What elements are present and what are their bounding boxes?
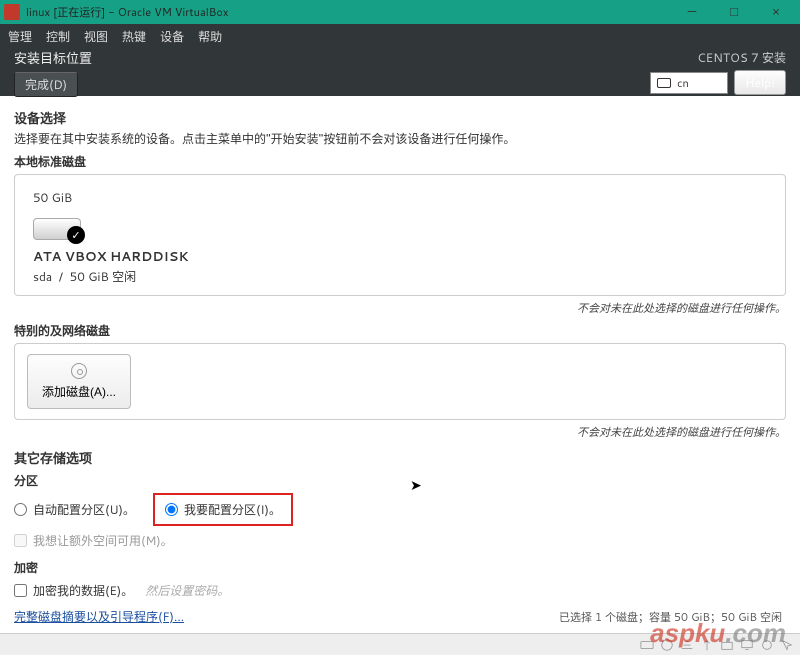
- special-disk-note: 不会对未在此处选择的磁盘进行任何操作。: [14, 424, 786, 440]
- vbox-app-icon: [4, 4, 20, 20]
- maximize-button[interactable]: □: [714, 1, 754, 23]
- highlight-box: 我要配置分区(I)。: [153, 493, 293, 526]
- locale-code: cn: [677, 75, 689, 91]
- done-button[interactable]: 完成(D): [14, 72, 78, 97]
- status-record-icon: [760, 638, 774, 652]
- extra-space-label: 我想让额外空间可用(M)。: [33, 532, 173, 549]
- installer-header: 安装目标位置 完成(D) CENTOS 7 安装 cn Help!: [0, 48, 800, 96]
- auto-partition-radio[interactable]: 自动配置分区(U)。: [14, 501, 135, 518]
- manual-partition-label: 我要配置分区(I)。: [184, 501, 281, 518]
- device-selection-desc: 选择要在其中安装系统的设备。点击主菜单中的"开始安装"按钮前不会对该设备进行任何…: [14, 130, 786, 147]
- disk-name: ATA VBOX HARDDISK: [33, 248, 188, 266]
- vbox-window-title: linux [正在运行] - Oracle VM VirtualBox: [26, 4, 672, 20]
- selection-summary: 已选择 1 个磁盘；容量 50 GiB；50 GiB 空闲: [559, 609, 782, 625]
- disk-item[interactable]: 50 GiB ✓ ATA VBOX HARDDISK sda / 50 GiB …: [33, 189, 188, 285]
- auto-partition-label: 自动配置分区(U)。: [33, 501, 135, 518]
- minimize-button[interactable]: —: [672, 1, 712, 23]
- partition-radio-group: 自动配置分区(U)。 我要配置分区(I)。: [14, 493, 786, 526]
- status-hdd-icon: [640, 638, 654, 652]
- harddisk-icon: ✓: [33, 212, 81, 240]
- special-disks-label: 特别的及网络磁盘: [14, 322, 786, 339]
- add-disk-button[interactable]: 添加磁盘(A)...: [27, 354, 131, 409]
- page-title: 安装目标位置: [14, 48, 650, 68]
- local-disk-note: 不会对未在此处选择的磁盘进行任何操作。: [14, 300, 786, 316]
- storage-options-title: 其它存储选项: [14, 448, 786, 468]
- disc-icon: [71, 363, 87, 379]
- status-usb-icon: [700, 638, 714, 652]
- guest-menubar: 管理 控制 视图 热键 设备 帮助: [0, 24, 800, 48]
- keyboard-layout-selector[interactable]: cn: [650, 72, 728, 94]
- vbox-status-bar: [0, 633, 800, 655]
- encrypt-hint: 然后设置密码。: [145, 582, 229, 599]
- partition-label: 分区: [14, 472, 786, 489]
- extra-space-check: 我想让额外空间可用(M)。: [14, 532, 786, 549]
- menu-control[interactable]: 控制: [46, 28, 70, 45]
- status-mouse-icon: [780, 638, 794, 652]
- menu-devices[interactable]: 设备: [160, 28, 184, 45]
- status-net-icon: [680, 638, 694, 652]
- disk-summary-link[interactable]: 完整磁盘摘要以及引导程序(F)...: [14, 608, 184, 625]
- close-button[interactable]: ×: [756, 1, 796, 23]
- add-disk-label: 添加磁盘(A)...: [42, 383, 116, 400]
- menu-view[interactable]: 视图: [84, 28, 108, 45]
- encrypt-option-label: 加密我的数据(E)。: [33, 582, 133, 599]
- vbox-titlebar: linux [正在运行] - Oracle VM VirtualBox — □ …: [0, 0, 800, 24]
- status-optical-icon: [660, 638, 674, 652]
- encrypt-check[interactable]: 加密我的数据(E)。 然后设置密码。: [14, 582, 786, 599]
- window-controls: — □ ×: [672, 1, 796, 23]
- check-icon: ✓: [67, 226, 85, 244]
- menu-help[interactable]: 帮助: [198, 28, 222, 45]
- disk-details: sda / 50 GiB 空闲: [33, 268, 188, 285]
- local-disks-label: 本地标准磁盘: [14, 153, 786, 170]
- help-button[interactable]: Help!: [734, 70, 786, 95]
- device-selection-title: 设备选择: [14, 108, 786, 128]
- disk-size: 50 GiB: [33, 189, 188, 206]
- product-label: CENTOS 7 安装: [650, 49, 786, 66]
- keyboard-icon: [657, 78, 671, 88]
- status-shared-icon: [720, 638, 734, 652]
- manual-partition-radio[interactable]: 我要配置分区(I)。: [165, 501, 281, 518]
- cursor-icon: ➤: [410, 475, 422, 495]
- menu-manage[interactable]: 管理: [8, 28, 32, 45]
- menu-hotkeys[interactable]: 热键: [122, 28, 146, 45]
- encrypt-label: 加密: [14, 559, 786, 576]
- special-disks-box: 添加磁盘(A)...: [14, 343, 786, 420]
- local-disks-box: 50 GiB ✓ ATA VBOX HARDDISK sda / 50 GiB …: [14, 174, 786, 296]
- status-display-icon: [740, 638, 754, 652]
- content-area: 设备选择 选择要在其中安装系统的设备。点击主菜单中的"开始安装"按钮前不会对该设…: [0, 96, 800, 599]
